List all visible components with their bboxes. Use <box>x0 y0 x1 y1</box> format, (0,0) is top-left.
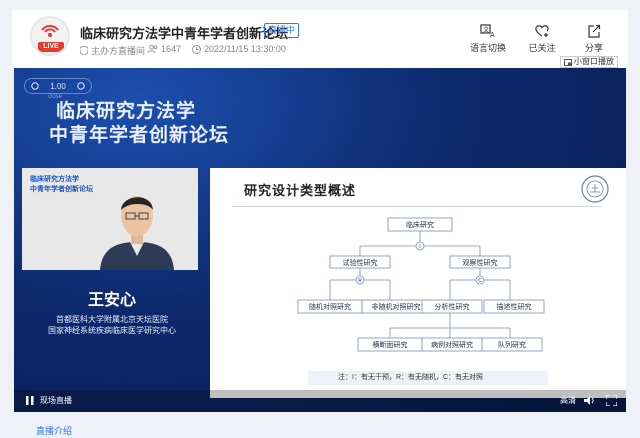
speed-label: 1.00 <box>50 81 66 91</box>
heart-plus-icon <box>535 25 549 37</box>
fullscreen-icon[interactable] <box>606 395 617 406</box>
mini-window-button[interactable]: 小窗口播放 <box>560 56 618 68</box>
quality-selector[interactable]: 高清 <box>560 395 576 406</box>
speaker-affiliation-1: 首都医科大学附属北京天坛医院 <box>56 315 168 324</box>
people-icon <box>148 45 158 53</box>
tab-intro[interactable]: 直播介绍 <box>36 424 72 437</box>
live-label: 现场直播 <box>40 396 72 405</box>
speaker-name: 王安心 <box>87 292 136 309</box>
pause-icon[interactable] <box>26 396 34 405</box>
node-observational-label: 观察性研究 <box>463 258 498 267</box>
svg-text:文: 文 <box>483 26 489 34</box>
live-logo-text: LIVE <box>38 42 64 52</box>
marker-i-label: I <box>419 244 420 250</box>
node-experimental-label: 试验性研究 <box>343 258 378 267</box>
node-root-label: 临床研究 <box>406 220 434 229</box>
live-stream-page: LIVE 临床研究方法学中青年学者创新论坛 直播中 主办方直播间 1647 20… <box>0 0 640 438</box>
svg-text:A: A <box>490 32 495 38</box>
mini-window-label: 小窗口播放 <box>574 57 614 66</box>
rewind-icon <box>31 82 39 90</box>
speaker-affiliation-2: 国家神经系统疾病临床医学研究中心 <box>48 326 176 335</box>
viewer-count-value: 1647 <box>161 44 182 54</box>
cam-label-1: 临床研究方法学 <box>30 176 79 183</box>
viewer-count: 1647 <box>148 44 181 54</box>
clock-icon <box>192 44 201 54</box>
host-info[interactable]: 主办方直播间 <box>80 44 145 57</box>
share-button[interactable]: 分享 <box>572 24 616 54</box>
language-switch-label: 语言切换 <box>469 43 506 53</box>
marker-c-label: C <box>478 278 482 284</box>
share-icon <box>588 24 601 38</box>
follow-label: 已关注 <box>528 43 556 53</box>
page-title: 临床研究方法学中青年学者创新论坛 <box>80 26 289 41</box>
shield-icon <box>80 46 88 55</box>
cam-label-2: 中青年学者创新论坛 <box>30 186 93 193</box>
node-analytic-label: 分析性研究 <box>435 302 470 311</box>
speaker-image <box>100 196 174 270</box>
slide-footnote: 注：I：有无干预，R：有无随机，C：有无对照 <box>308 371 548 385</box>
volume-icon[interactable] <box>584 395 596 406</box>
banner-line2: 中青年学者创新论坛 <box>49 125 230 146</box>
node-descriptive-label: 描述性研究 <box>497 302 532 311</box>
speaker-camera: 临床研究方法学 中青年学者创新论坛 <box>22 168 198 270</box>
broadcast-icon <box>41 25 59 37</box>
language-switch-button[interactable]: 文A 语言切换 <box>466 24 510 54</box>
channel-logo: LIVE <box>30 16 70 56</box>
player-controls: 现场直播 高清 <box>14 390 626 412</box>
mini-window-icon <box>564 58 572 66</box>
marker-r-label: R <box>358 278 362 284</box>
node-cross-sectional-label: 横断面研究 <box>373 340 408 349</box>
follow-button[interactable]: 已关注 <box>520 24 564 54</box>
header-bar: LIVE 临床研究方法学中青年学者创新论坛 直播中 主办方直播间 1647 20… <box>12 10 628 68</box>
node-non-rct-label: 非随机对照研究 <box>372 302 421 311</box>
status-badge: 直播中 <box>264 23 300 38</box>
speed-control[interactable]: 1.00 <box>24 78 92 94</box>
study-design-diagram: 临床研究 试验性研究 观察性研究 随机对照研究 非随机对照研究 分析性研究 描述… <box>297 217 545 352</box>
node-rct-label: 随机对照研究 <box>309 302 351 311</box>
video-player[interactable]: 1.00 close 临床研究方法学 中青年学者创新论坛 临床研究方法学 中青年… <box>14 68 626 412</box>
translate-icon: 文A <box>480 24 495 38</box>
node-case-control-label: 病例对照研究 <box>431 340 473 349</box>
node-cohort-label: 队列研究 <box>498 340 526 349</box>
host-name: 主办方直播间 <box>91 46 146 56</box>
start-time-value: 2022/11/15 13:30:00 <box>204 44 286 54</box>
share-label: 分享 <box>584 43 603 53</box>
presentation-slide: 研究设计类型概述 临床研究 试验性研究 观察性研究 随机对照研究 非随机对照研究… <box>210 168 626 398</box>
forward-icon <box>77 82 85 90</box>
start-time: 2022/11/15 13:30:00 <box>192 44 286 54</box>
banner-line1: 临床研究方法学 <box>56 101 197 122</box>
